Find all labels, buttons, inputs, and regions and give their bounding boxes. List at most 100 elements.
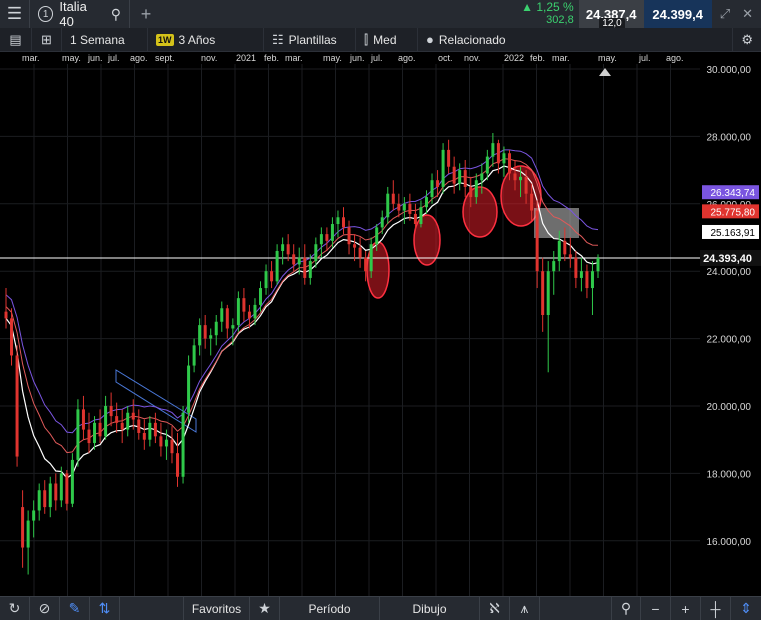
price-axis: 30.000,0028.000,0026.000,0024.000,0022.0… <box>707 65 752 548</box>
star-icon[interactable]: ★ <box>250 596 280 620</box>
price-axis-label: 28.000,00 <box>707 132 752 143</box>
candle-body <box>408 203 412 214</box>
crosshair-person-icon[interactable]: ⚲ <box>611 596 641 620</box>
date-axis-label: mar. <box>552 53 570 63</box>
add-tab-icon[interactable]: + <box>130 0 162 28</box>
candle-body <box>4 311 8 319</box>
candle-body <box>126 412 130 430</box>
candle-body <box>225 308 229 329</box>
expand-icon[interactable]: ⤢ <box>720 6 730 22</box>
related-icon: ● <box>426 32 434 47</box>
candle-body <box>203 325 207 339</box>
date-axis-label: jun. <box>350 53 365 63</box>
candle-body <box>424 197 428 208</box>
price-chart[interactable]: 30.000,0028.000,0026.000,0024.000,0022.0… <box>0 64 761 596</box>
candle-body <box>236 298 240 326</box>
settings-button[interactable]: ⚙ <box>732 27 761 52</box>
candle-body <box>32 510 36 521</box>
price-type-button[interactable]: ⫿ Med <box>356 27 418 52</box>
templates-button[interactable]: ☷ Plantillas <box>264 27 356 52</box>
price-axis-label: 24.000,00 <box>707 267 752 278</box>
layout-button[interactable]: ⊞ <box>32 27 62 52</box>
candle-body <box>413 213 417 225</box>
candle-body <box>353 244 357 248</box>
candle-body <box>314 244 318 262</box>
date-axis-label: sept. <box>155 53 175 63</box>
search-icon[interactable]: ⚲ <box>111 6 121 23</box>
candle-body <box>596 257 600 272</box>
templates-icon: ☷ <box>272 31 284 47</box>
related-button[interactable]: ● Relacionado <box>418 28 518 52</box>
candle-body <box>485 156 489 174</box>
period-button[interactable]: Período <box>280 596 380 620</box>
candle-body <box>10 318 14 356</box>
candle-body <box>37 490 41 511</box>
vertical-scale-icon[interactable]: ⇕ <box>731 597 761 620</box>
candle-body <box>369 244 373 272</box>
zoom-out-icon[interactable]: − <box>641 596 671 620</box>
sort-arrows-icon[interactable]: ⇅ <box>90 596 120 620</box>
candle-body <box>441 149 445 187</box>
zoom-in-icon[interactable]: + <box>671 596 701 620</box>
highlight-ellipse <box>462 186 498 238</box>
candle-body <box>48 483 52 508</box>
candle-body <box>507 153 511 174</box>
candle-body <box>259 288 263 305</box>
candle-body <box>463 170 467 187</box>
candle-body <box>15 355 19 457</box>
date-axis-label: mar. <box>285 53 303 63</box>
candle-body <box>192 345 196 366</box>
indicator-icon[interactable]: ⩚ <box>510 596 540 620</box>
candle-body <box>319 234 323 245</box>
range-selector[interactable]: 1W 3 Años <box>148 27 264 52</box>
hamburger-menu-icon[interactable]: ☰ <box>0 0 30 28</box>
candle-body <box>419 207 423 225</box>
price-axis-label: 30.000,00 <box>707 65 752 76</box>
date-axis-label: may. <box>62 53 81 63</box>
change-absolute: 302,8 <box>546 14 574 26</box>
date-axis-label: jul. <box>371 53 383 63</box>
crosshair-icon[interactable]: ┼ <box>701 596 731 620</box>
candle-body <box>563 240 567 255</box>
chart-list-button[interactable]: ▤ <box>0 27 32 52</box>
candle-body <box>153 422 157 437</box>
timeframe-selector[interactable]: 1 Semana <box>62 27 148 52</box>
pencil-icon[interactable]: ✎ <box>60 596 90 620</box>
close-icon[interactable]: ✕ <box>742 6 753 22</box>
candle-body <box>436 180 440 187</box>
candle-body <box>98 422 102 437</box>
top-bar: ☰ 1 Italia 40 ⚲ + ▲ 1,25 % 302,8 24.387,… <box>0 0 761 29</box>
candles-icon: ⫿ <box>364 31 369 47</box>
refresh-icon[interactable]: ↻ <box>0 596 30 620</box>
candle-body <box>452 166 456 184</box>
disable-icon[interactable]: ⊘ <box>30 596 60 620</box>
candle-body <box>115 416 119 423</box>
window-controls: ⤢ ✕ <box>712 6 761 22</box>
favorites-button[interactable]: Favoritos <box>184 596 250 620</box>
candle-body <box>402 203 406 211</box>
candle-body <box>530 193 534 211</box>
last-price-label: 24.393,40 <box>703 253 752 265</box>
candle-body <box>209 335 213 339</box>
candle-body <box>164 439 168 447</box>
chart-annotations <box>0 68 700 433</box>
candle-body <box>474 180 478 198</box>
instrument-tab[interactable]: 1 Italia 40 ⚲ <box>30 0 130 29</box>
bottom-bar: ↻ ⊘ ✎ ⇅ Favoritos ★ Período Dibujo ℵ ⩚ ⚲… <box>0 596 761 620</box>
candle-body <box>568 254 572 258</box>
candle-body <box>330 224 334 241</box>
candle-body <box>491 143 495 157</box>
price-change: ▲ 1,25 % 302,8 <box>521 0 579 28</box>
candle-body <box>242 298 246 312</box>
date-axis-label: nov. <box>464 53 481 63</box>
date-axis-label: ago. <box>666 53 684 63</box>
drawing-button[interactable]: Dibujo <box>380 596 480 620</box>
timeframe-label: 1 Semana <box>70 32 125 47</box>
candle-body <box>519 176 523 181</box>
date-axis-label: may. <box>598 53 617 63</box>
candle-body <box>131 412 135 420</box>
fibonacci-icon[interactable]: ℵ <box>480 596 510 620</box>
buy-price-button[interactable]: 24.399,4 <box>643 0 712 28</box>
price-axis-label: 20.000,00 <box>707 402 752 413</box>
candle-body <box>303 257 307 278</box>
